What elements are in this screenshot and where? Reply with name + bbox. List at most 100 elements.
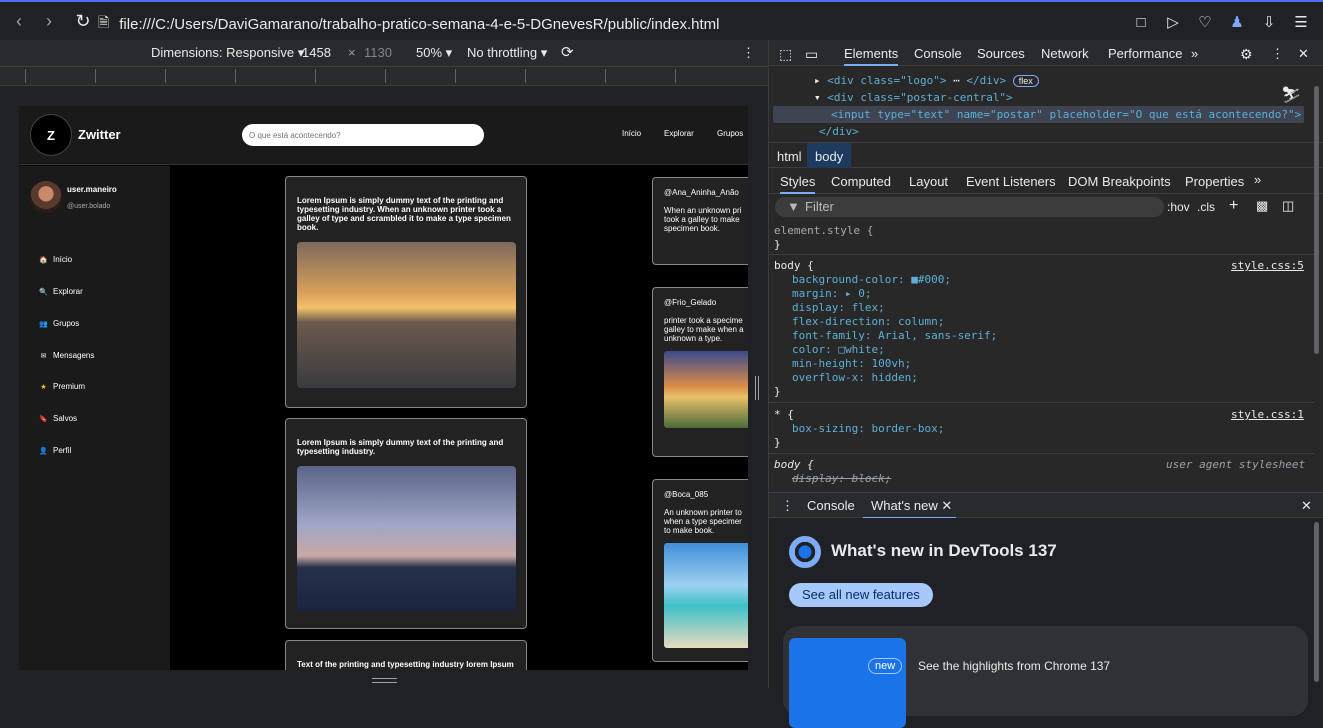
styles-filter-input[interactable]: ▼ Filter xyxy=(775,197,1164,217)
inspect-icon[interactable]: ⬚ xyxy=(779,46,792,63)
cls-toggle[interactable]: .cls xyxy=(1197,200,1215,214)
menu-item-mensagens[interactable]: ✉ Mensagens xyxy=(39,351,95,360)
css-prop[interactable]: margin: ▸ 0; xyxy=(792,287,871,300)
css-prop[interactable]: flex-direction: column; xyxy=(792,315,944,328)
drawer-close-icon[interactable]: ✕ xyxy=(1301,498,1312,514)
feed-post[interactable]: Text of the printing and typesetting ind… xyxy=(285,640,527,670)
css-prop[interactable]: box-sizing: border-box; xyxy=(792,422,944,435)
more-tabs-icon[interactable]: » xyxy=(1191,46,1198,61)
nav-grupos[interactable]: Grupos xyxy=(717,129,743,138)
site-logo[interactable]: Z xyxy=(30,114,72,156)
screenshot-icon[interactable]: □ xyxy=(1129,10,1153,34)
crumb-body[interactable]: body xyxy=(807,143,852,168)
dom-node-postar-central[interactable]: ▾ <div class="postar-central"> xyxy=(814,91,1013,104)
sidebar-toggle-icon[interactable]: ◫ xyxy=(1282,198,1294,214)
download-icon[interactable]: ⇩ xyxy=(1257,10,1281,34)
devtools-scrollbar[interactable] xyxy=(1314,86,1319,354)
drawer-tab-whats-new[interactable]: What's new ✕ xyxy=(863,498,957,519)
profile-icon[interactable]: ♟ xyxy=(1225,10,1249,34)
kebab-icon[interactable]: ⋮ xyxy=(1271,46,1284,62)
dimensions-select[interactable]: Dimensions: Responsive ▾ xyxy=(151,45,304,61)
new-rule-icon[interactable]: + xyxy=(1229,197,1238,215)
hov-toggle[interactable]: :hov xyxy=(1167,200,1190,214)
subtab-computed[interactable]: Computed xyxy=(831,174,891,189)
menu-item-premium[interactable]: ★ Premium xyxy=(39,382,85,391)
flex-badge[interactable]: flex xyxy=(1012,75,1039,87)
trend-card[interactable]: @Boca_085 An unknown printer to when a t… xyxy=(652,479,748,662)
tab-network[interactable]: Network xyxy=(1041,46,1089,61)
close-icon[interactable]: ✕ xyxy=(1298,46,1309,62)
subtab-styles[interactable]: Styles xyxy=(780,174,816,194)
resize-handle-bottom[interactable] xyxy=(372,678,397,683)
ua-selector[interactable]: body { xyxy=(774,458,814,471)
address-bar[interactable]: 🗎 file:///C:/Users/DaviGamarano/trabalho… xyxy=(98,12,720,36)
rule-close: } xyxy=(774,238,781,251)
feed-post[interactable]: Lorem Ipsum is simply dummy text of the … xyxy=(285,176,527,408)
body-selector[interactable]: body { xyxy=(774,259,814,272)
nav-inicio[interactable]: Início xyxy=(622,129,641,138)
highlights-card[interactable]: new See the highlights from Chrome 137 xyxy=(783,626,1308,728)
css-prop[interactable]: color: □white; xyxy=(792,343,885,356)
element-style-rule[interactable]: element.style { xyxy=(774,224,873,237)
see-all-features-button[interactable]: See all new features xyxy=(789,583,933,607)
css-prop[interactable]: background-color: ■#000; xyxy=(792,273,951,286)
post-input[interactable] xyxy=(242,124,484,146)
subtab-dom-breakpoints[interactable]: DOM Breakpoints xyxy=(1068,174,1171,189)
back-icon[interactable]: ‹ xyxy=(6,8,32,34)
avatar[interactable] xyxy=(30,181,62,213)
drawer-tab-console[interactable]: Console xyxy=(807,498,855,513)
subtab-event-listeners[interactable]: Event Listeners xyxy=(966,174,1056,189)
star-selector[interactable]: * { xyxy=(774,408,794,421)
play-icon[interactable]: ▷ xyxy=(1161,10,1185,34)
subtab-properties[interactable]: Properties xyxy=(1185,174,1244,189)
menu-item-grupos[interactable]: 👥 Grupos xyxy=(39,319,79,328)
menu-icon[interactable]: ☰ xyxy=(1289,10,1313,34)
menu-item-perfil[interactable]: 👤 Perfil xyxy=(39,446,71,455)
body-source-link[interactable]: style.css:5 xyxy=(1231,259,1304,272)
accessibility-icon[interactable]: ⛷ xyxy=(1281,85,1301,104)
css-prop[interactable]: min-height: 100vh; xyxy=(792,357,911,370)
css-prop[interactable]: font-family: Arial, sans-serif; xyxy=(792,329,997,342)
device-toolbar: Dimensions: Responsive ▾ 1458 × 1130 50%… xyxy=(0,40,768,66)
zoom-select[interactable]: 50% ▾ xyxy=(416,45,452,61)
nav-explorar[interactable]: Explorar xyxy=(664,129,694,138)
css-prop-overridden[interactable]: display: block; xyxy=(792,472,891,485)
css-prop[interactable]: display: flex; xyxy=(792,301,885,314)
menu-item-salvos[interactable]: 🔖 Salvos xyxy=(39,414,77,423)
tab-elements[interactable]: Elements xyxy=(844,46,899,66)
tab-performance[interactable]: Performance xyxy=(1108,46,1182,61)
star-source-link[interactable]: style.css:1 xyxy=(1231,408,1304,421)
trend-image-balloons xyxy=(664,351,748,428)
dom-node-input[interactable]: <input type="text" name="postar" placeho… xyxy=(831,108,1301,121)
tab-sources[interactable]: Sources xyxy=(977,46,1025,61)
heart-icon[interactable]: ♡ xyxy=(1193,10,1217,34)
close-tab-icon[interactable]: ✕ xyxy=(941,498,952,513)
drawer-menu-icon[interactable]: ⋮ xyxy=(781,498,794,514)
dom-node-logo[interactable]: ▸ <div class="logo"> ⋯ </div> flex xyxy=(814,74,1039,87)
reload-icon[interactable]: ↻ xyxy=(70,8,96,34)
rotate-icon[interactable]: ⟳ xyxy=(561,43,574,61)
more-subtabs-icon[interactable]: » xyxy=(1254,172,1261,187)
more-options-icon[interactable]: ⋮ xyxy=(742,45,755,61)
forward-icon[interactable]: › xyxy=(36,8,62,34)
device-toggle-icon[interactable]: ▭ xyxy=(805,46,818,63)
drawer-scrollbar[interactable] xyxy=(1314,522,1319,682)
menu-item-inicio[interactable]: 🏠 Início xyxy=(39,255,72,264)
trend-card[interactable]: @Frio_Gelado printer took a specime gall… xyxy=(652,287,748,457)
resize-handle-right[interactable] xyxy=(755,376,759,400)
throttling-select[interactable]: No throttling ▾ xyxy=(467,45,547,61)
feed-post[interactable]: Lorem Ipsum is simply dummy text of the … xyxy=(285,418,527,629)
height-input[interactable]: 1130 xyxy=(364,45,392,60)
crumb-html[interactable]: html xyxy=(777,149,802,164)
user-name: user.maneiro xyxy=(67,185,117,194)
dom-node-close[interactable]: </div> xyxy=(819,125,859,138)
url-text[interactable]: file:///C:/Users/DaviGamarano/trabalho-p… xyxy=(119,16,719,33)
gear-icon[interactable]: ⚙ xyxy=(1240,46,1253,63)
subtab-layout[interactable]: Layout xyxy=(909,174,948,189)
tab-console[interactable]: Console xyxy=(914,46,962,61)
menu-item-explorar[interactable]: 🔍 Explorar xyxy=(39,287,83,296)
css-prop[interactable]: overflow-x: hidden; xyxy=(792,371,918,384)
trend-card[interactable]: @Ana_Aninha_Anão When an unknown pri too… xyxy=(652,177,748,265)
width-input[interactable]: 1458 xyxy=(302,45,331,60)
paint-icon[interactable]: ▩ xyxy=(1256,198,1268,214)
